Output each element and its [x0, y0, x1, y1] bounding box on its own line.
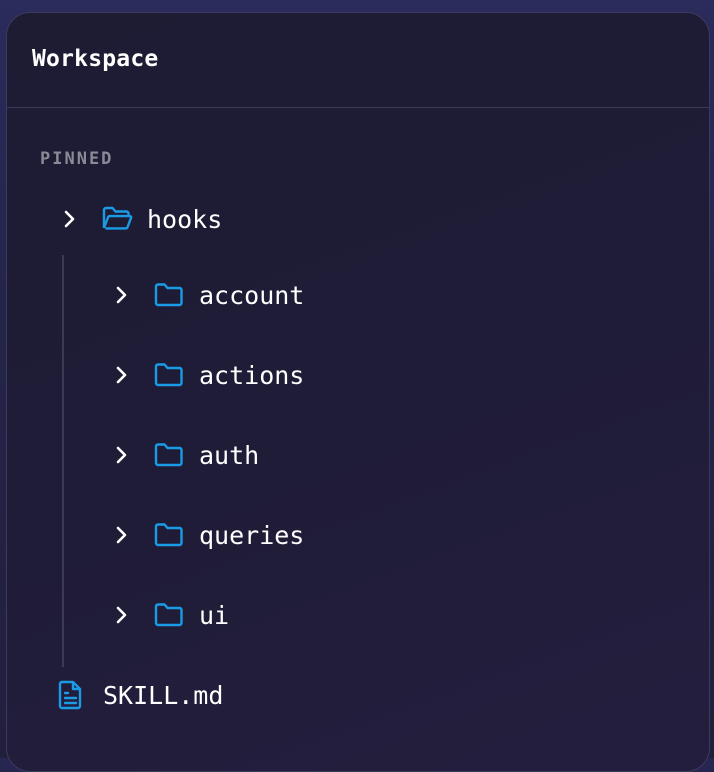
tree-item-actions[interactable]: actions — [109, 345, 304, 405]
tree-item-account[interactable]: account — [109, 265, 304, 325]
tree-item-auth[interactable]: auth — [109, 425, 259, 485]
tree-item-label: SKILL.md — [103, 680, 224, 710]
chevron-right-icon[interactable] — [57, 207, 81, 231]
tree-indent-guide — [62, 255, 64, 667]
folder-icon — [153, 361, 185, 389]
folder-icon — [153, 601, 185, 629]
chevron-right-icon[interactable] — [109, 523, 133, 547]
tree-item-label: account — [199, 280, 305, 310]
tree-item-label: queries — [199, 520, 305, 550]
chevron-right-icon[interactable] — [109, 283, 133, 307]
folder-open-icon — [101, 205, 133, 233]
folder-icon — [153, 441, 185, 469]
tree-item-skill-md[interactable]: SKILL.md — [57, 665, 223, 725]
tree-item-label: ui — [199, 600, 230, 630]
tree-item-queries[interactable]: queries — [109, 505, 304, 565]
chevron-right-icon[interactable] — [109, 443, 133, 467]
tree-item-ui[interactable]: ui — [109, 585, 229, 645]
tree-item-label: actions — [199, 360, 305, 390]
folder-icon — [153, 521, 185, 549]
tree-item-hooks[interactable]: hooks — [57, 189, 222, 249]
file-text-icon — [57, 679, 85, 711]
folder-icon — [153, 281, 185, 309]
chevron-right-icon[interactable] — [109, 603, 133, 627]
panel-title: Workspace — [32, 46, 159, 72]
section-label-pinned: PINNED — [40, 149, 114, 169]
workspace-panel: Workspace PINNED hooks account actions a… — [6, 12, 710, 772]
chevron-right-icon[interactable] — [109, 363, 133, 387]
tree-item-label: hooks — [147, 204, 223, 234]
panel-header: Workspace — [7, 13, 709, 108]
tree-item-label: auth — [199, 440, 260, 470]
